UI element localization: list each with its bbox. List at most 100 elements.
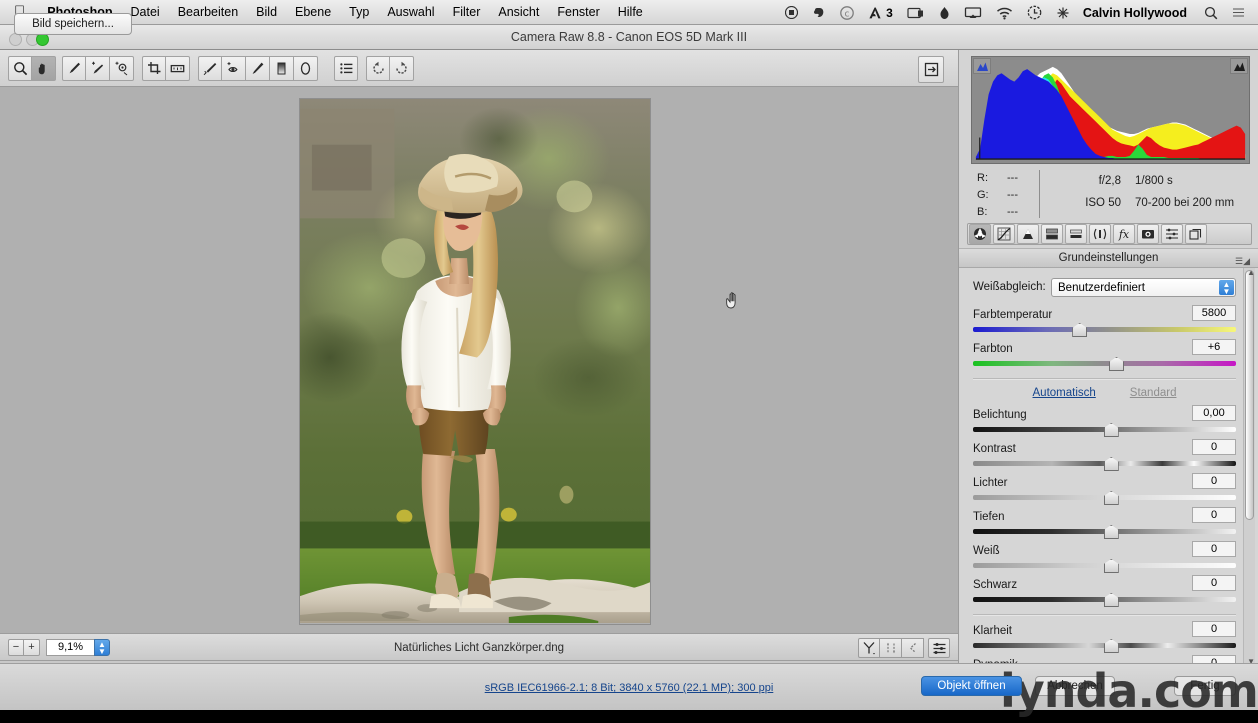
slider-value-klarheit[interactable]: 0 [1192,621,1236,637]
scroll-up-arrow-icon[interactable]: ▲ [1247,268,1255,277]
cancel-button[interactable]: Abbrechen [1035,676,1115,696]
toggle-filmstrip-icon[interactable] [918,56,944,83]
menu-item-hilfe[interactable]: Hilfe [609,5,652,19]
slider-track-tiefen[interactable] [973,524,1236,539]
save-image-button[interactable]: Bild speichern... [14,13,132,35]
slider-track-weiss[interactable] [973,558,1236,573]
copy-settings-icon[interactable] [902,638,924,658]
tab-basic[interactable] [969,224,991,244]
display-eject-icon[interactable] [900,6,932,20]
slider-knob-kontrast[interactable] [1103,457,1119,471]
tab-camera-calibration[interactable] [1137,224,1159,244]
straighten-tool[interactable] [166,56,190,81]
panel-tab-bar: fx [967,223,1252,245]
menu-item-filter[interactable]: Filter [444,5,490,19]
dropbox-icon[interactable] [1049,6,1077,20]
slider-value-dynamik[interactable]: 0 [1192,655,1236,663]
slider-knob-farbtemperatur[interactable] [1072,323,1088,337]
graduated-filter-tool[interactable] [270,56,294,81]
tab-split-toning[interactable] [1065,224,1087,244]
slider-track-kontrast[interactable] [973,456,1236,471]
preferences-tool[interactable] [334,56,358,81]
hand-tool[interactable] [32,56,56,81]
slider-value-tiefen[interactable]: 0 [1192,507,1236,523]
adobe-a-icon[interactable] [861,6,884,20]
menu-extras-list-icon[interactable] [1225,6,1252,19]
slider-knob-tiefen[interactable] [1103,525,1119,539]
slider-track-farbtemperatur[interactable] [973,322,1236,337]
crop-tool[interactable] [142,56,166,81]
slider-value-farbtemperatur[interactable]: 5800 [1192,305,1236,321]
rotate-clockwise-tool[interactable] [390,56,414,81]
zoom-tool[interactable] [8,56,32,81]
tab-detail[interactable] [1017,224,1039,244]
panel-scrollbar-thumb[interactable] [1245,270,1254,520]
wifi-icon[interactable] [989,6,1020,20]
tab-snapshots[interactable] [1185,224,1207,244]
menu-item-bild[interactable]: Bild [247,5,286,19]
slider-value-kontrast[interactable]: 0 [1192,439,1236,455]
slider-track-schwarz[interactable] [973,592,1236,607]
slider-track-klarheit[interactable] [973,638,1236,653]
menu-item-fenster[interactable]: Fenster [548,5,608,19]
panel-title-label: Grundeinstellungen [1058,252,1159,264]
flame-icon[interactable] [932,6,957,20]
radial-filter-tool[interactable] [294,56,318,81]
red-eye-removal-tool[interactable] [222,56,246,81]
chevron-updown-icon[interactable]: ▲ ▼ [1219,279,1234,295]
slider-value-lichter[interactable]: 0 [1192,473,1236,489]
white-balance-select[interactable]: Benutzerdefiniert ▲ ▼ [1051,277,1236,297]
panel-scrollbar[interactable]: ▲ ▼ [1243,268,1255,663]
slider-knob-farbton[interactable] [1109,357,1125,371]
slider-knob-belichtung[interactable] [1103,423,1119,437]
slider-knob-lichter[interactable] [1103,491,1119,505]
done-button[interactable]: Fertig [1174,676,1236,696]
slider-knob-weiss[interactable] [1103,559,1119,573]
spot-removal-tool[interactable] [198,56,222,81]
rgb-and-exif-readout: R: --- G: --- B: --- f/2,8 1/800 s ISO 50 70-… [971,168,1250,220]
tab-lens-corrections[interactable] [1089,224,1111,244]
slider-kontrast: Kontrast 0 [973,438,1236,471]
shadow-clipping-warning-icon[interactable] [973,58,991,74]
slider-knob-klarheit[interactable] [1103,639,1119,653]
highlight-clipping-warning-icon[interactable] [1230,58,1248,74]
time-machine-icon[interactable] [1020,5,1049,20]
histogram[interactable] [971,56,1250,164]
slider-knob-schwarz[interactable] [1103,593,1119,607]
creative-cloud-icon[interactable]: c [833,5,861,20]
open-object-button[interactable]: Objekt öffnen [921,676,1022,696]
color-sampler-tool[interactable] [86,56,110,81]
slider-track-lichter[interactable] [973,490,1236,505]
menu-item-ansicht[interactable]: Ansicht [489,5,548,19]
menu-item-auswahl[interactable]: Auswahl [378,5,443,19]
menu-item-typ[interactable]: Typ [340,5,378,19]
adjustment-brush-tool[interactable] [246,56,270,81]
standard-link[interactable]: Standard [1130,387,1177,399]
tab-presets[interactable] [1161,224,1183,244]
search-icon[interactable] [1197,6,1225,20]
slider-track-belichtung[interactable] [973,422,1236,437]
menu-bar-user-name[interactable]: Calvin Hollywood [1077,6,1197,20]
evernote-elephant-icon[interactable] [805,6,833,20]
swap-before-after-icon[interactable] [880,638,902,658]
tab-effects[interactable]: fx [1113,224,1135,244]
white-balance-eyedropper-tool[interactable] [62,56,86,81]
slider-value-belichtung[interactable]: 0,00 [1192,405,1236,421]
before-after-preview-icon[interactable] [858,638,880,658]
slider-value-schwarz[interactable]: 0 [1192,575,1236,591]
preview-preferences-icon[interactable] [928,638,950,658]
tab-hsl-grayscale[interactable] [1041,224,1063,244]
slider-value-farbton[interactable]: +6 [1192,339,1236,355]
photo-preview[interactable] [299,98,651,625]
image-canvas[interactable] [0,87,958,633]
auto-link[interactable]: Automatisch [1033,387,1096,399]
menu-item-bearbeiten[interactable]: Bearbeiten [169,5,247,19]
airplay-icon[interactable] [957,6,989,20]
menu-item-ebene[interactable]: Ebene [286,5,340,19]
slider-value-weiss[interactable]: 0 [1192,541,1236,557]
record-circle-icon[interactable] [778,6,805,19]
slider-track-farbton[interactable] [973,356,1236,371]
targeted-adjustment-tool[interactable] [110,56,134,81]
tab-tone-curve[interactable] [993,224,1015,244]
rotate-counterclockwise-tool[interactable] [366,56,390,81]
